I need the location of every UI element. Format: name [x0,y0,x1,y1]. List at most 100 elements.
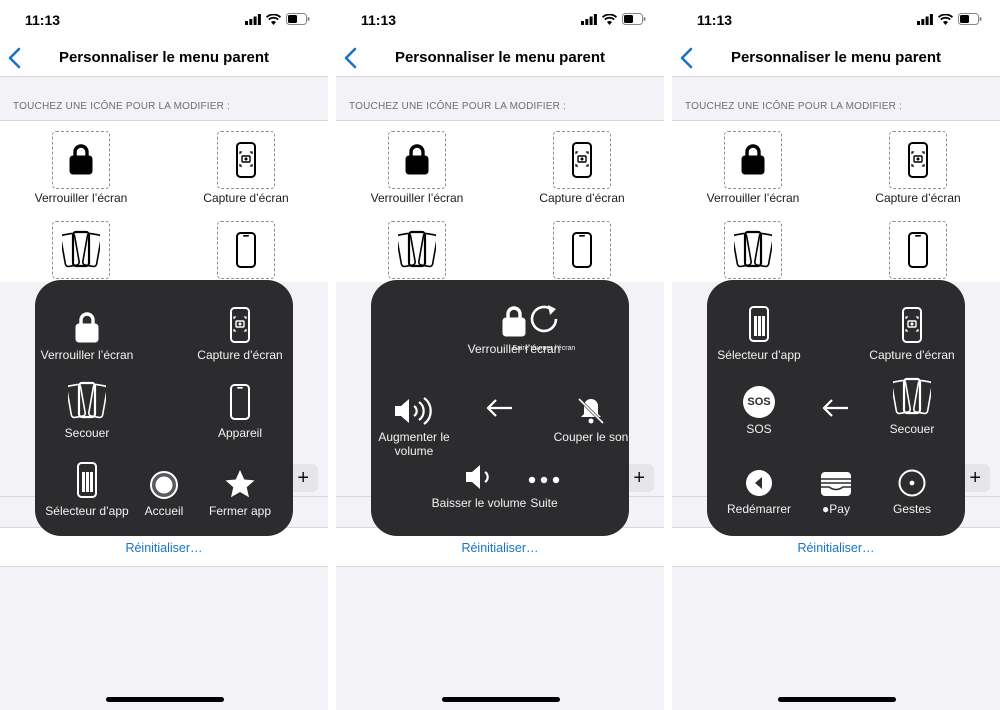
home-icon [150,471,178,499]
menu-item-label: Sélecteur d’app [717,348,801,362]
grid-tile-device[interactable] [553,221,611,279]
shake-icon [68,381,106,420]
section-header: TOUCHEZ UNE ICÔNE POUR LA MODIFIER : [13,101,231,112]
grid-tile-shake[interactable] [724,221,782,279]
menu-item-more[interactable]: Suite [489,446,599,510]
menu-item-screenshot[interactable]: Capture d’écran [857,298,967,362]
status-time: 11:13 [697,12,733,28]
rotate-icon [530,305,558,333]
battery-icon [958,13,982,25]
menu-item-label: Gestes [892,502,931,516]
reset-link[interactable]: Réinitialiser… [672,541,1000,555]
device-icon [908,232,928,268]
menu-item-label: Suite [530,496,558,510]
grid-tile-lock[interactable] [724,131,782,189]
grid-label-screenshot: Capture d’écran [875,191,961,205]
menu-item-close-app[interactable]: Fermer app [185,454,295,518]
star-icon [225,470,255,498]
menu-item-label: Capture d’écran [869,348,955,362]
page-title: Personnaliser le menu parent [730,49,942,66]
menu-item-app-switcher[interactable]: Sélecteur d’app [704,298,814,362]
grid-tile-screenshot[interactable] [553,131,611,189]
navigation-bar: Personnaliser le menu parent [0,40,328,77]
grid-tile-screenshot[interactable] [217,131,275,189]
home-indicator [442,697,560,702]
menu-item-gestures[interactable]: Gestes [857,452,967,516]
signal-icon [581,13,597,25]
volume-up-icon [395,397,432,425]
menu-item-shake[interactable]: Secouer [857,372,967,436]
status-icons [581,13,646,25]
navigation-bar: Personnaliser le menu parent [672,40,1000,77]
lock-icon [740,144,766,176]
grid-tile-lock[interactable] [388,131,446,189]
back-arrow-icon[interactable] [818,398,854,418]
icon-grid: Verrouiller l’écran Capture d’écran [0,120,328,282]
menu-item-shake[interactable]: Secouer [32,376,142,440]
home-indicator [778,697,896,702]
signal-icon [245,13,261,25]
menu-item-lock[interactable]: Verrouiller l’écran [32,298,142,362]
menu-item-label: Appareil [217,426,263,440]
menu-item-label: Secouer [889,422,935,436]
icon-grid: Verrouiller l’écran Capture d’écran [672,120,1000,282]
reset-link[interactable]: Réinitialiser… [0,541,328,555]
menu-item-label: Fermer app [208,504,272,518]
menu-item-label: Secouer [64,426,110,440]
assistive-touch-menu: Verrouiller l’écran Faire tourner l’écra… [371,280,629,536]
lock-icon [404,144,430,176]
menu-item-sos[interactable]: SOS SOS [704,372,814,436]
menu-item-label: Couper le son [553,430,629,444]
wifi-icon [938,13,953,25]
status-time: 11:13 [361,12,397,28]
page-title: Personnaliser le menu parent [58,49,270,66]
mute-icon [577,397,605,425]
menu-item-mute[interactable]: Couper le son [536,380,646,444]
screenshot-icon [572,142,592,178]
section-header: TOUCHEZ UNE ICÔNE POUR LA MODIFIER : [349,101,567,112]
menu-item-rotate[interactable]: Faire tourner l’écran [509,292,579,355]
grid-tile-device[interactable] [217,221,275,279]
menu-item-device[interactable]: Appareil [185,376,295,440]
restart-icon [746,470,772,496]
shake-icon [734,230,772,269]
grid-tile-device[interactable] [889,221,947,279]
more-icon [528,476,560,484]
assistive-touch-menu: Sélecteur d’app Capture d’écran SOS SOS … [707,280,965,536]
grid-tile-screenshot[interactable] [889,131,947,189]
reset-link[interactable]: Réinitialiser… [336,541,664,555]
grid-tile-lock[interactable] [52,131,110,189]
app-switcher-icon [77,462,97,498]
plus-label: + [969,467,981,489]
device-icon [572,232,592,268]
phone-screen-1: 11:13 Personnaliser le menu parent TOUCH… [0,0,328,710]
status-icons [245,13,310,25]
battery-icon [286,13,310,25]
plus-label: + [297,467,309,489]
grid-label-lock: Verrouiller l’écran [706,191,800,205]
phone-screen-2: 11:13 Personnaliser le menu parent TOUCH… [336,0,664,710]
back-arrow-icon[interactable] [482,398,518,418]
home-indicator [106,697,224,702]
navigation-bar: Personnaliser le menu parent [336,40,664,77]
grid-tile-shake[interactable] [52,221,110,279]
status-icons [917,13,982,25]
menu-item-label: Capture d’écran [197,348,283,362]
status-bar: 11:13 [336,0,664,40]
device-icon [230,384,250,420]
grid-label-screenshot: Capture d’écran [539,191,625,205]
section-header: TOUCHEZ UNE ICÔNE POUR LA MODIFIER : [685,101,903,112]
menu-item-label: Faire tourner l’écran [512,345,576,352]
shake-icon [62,230,100,269]
menu-item-label: SOS [746,422,772,436]
menu-item-screenshot[interactable]: Capture d’écran [185,298,295,362]
lock-icon [68,144,94,176]
signal-icon [917,13,933,25]
plus-label: + [633,467,645,489]
assistive-touch-menu: Verrouiller l’écran Capture d’écran Seco… [35,280,293,536]
screenshot-icon [908,142,928,178]
wallet-icon [821,472,851,496]
sos-icon: SOS [743,386,775,418]
battery-icon [622,13,646,25]
grid-tile-shake[interactable] [388,221,446,279]
